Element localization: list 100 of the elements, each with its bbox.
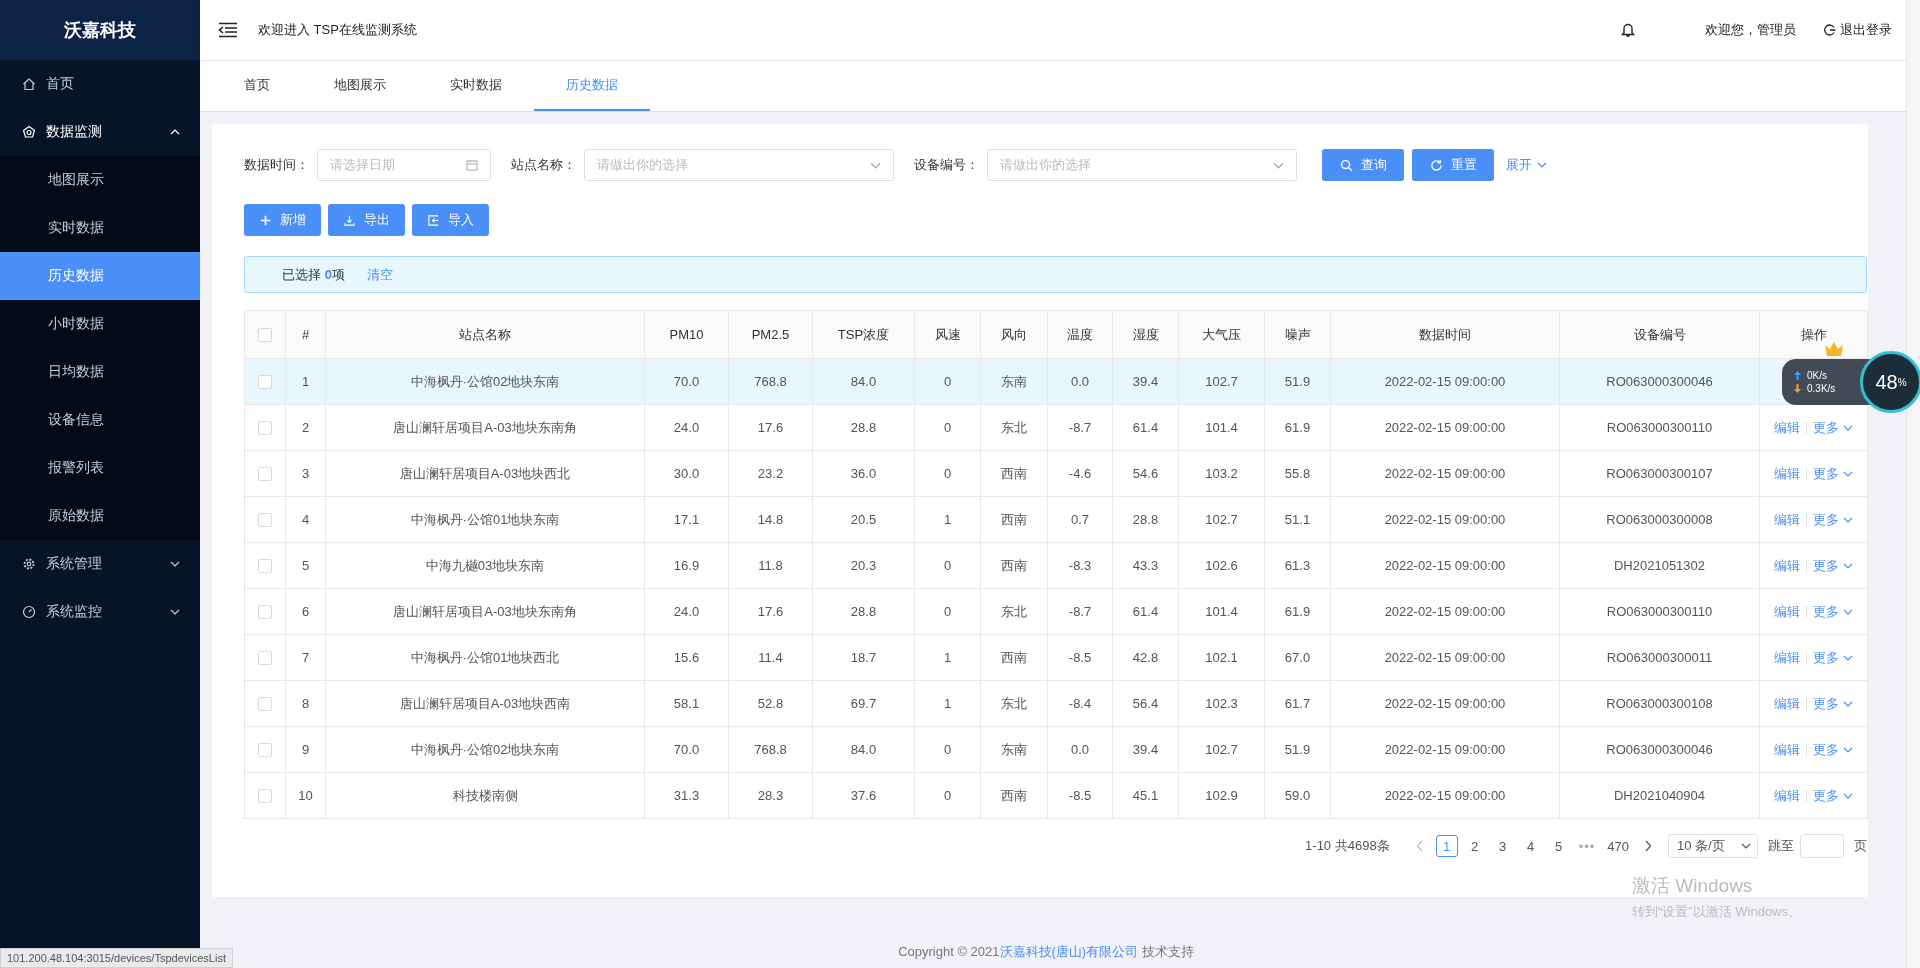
edit-link[interactable]: 编辑 (1774, 510, 1800, 529)
copyright-text: Copyright © 2021沃嘉科技(唐山)有限公司 技术支持 (898, 943, 1194, 961)
table-cell: 科技楼南侧 (325, 772, 645, 819)
more-link[interactable]: 更多 (1813, 740, 1853, 759)
more-link[interactable]: 更多 (1813, 648, 1853, 667)
total-count: 1-10 共4698条 (1305, 837, 1390, 855)
more-link[interactable]: 更多 (1813, 510, 1853, 529)
sidebar-subitem[interactable]: 设备信息 (0, 396, 200, 444)
page-number[interactable]: 5 (1547, 835, 1570, 857)
table-cell: 55.8 (1264, 450, 1331, 497)
menu-icon[interactable] (218, 22, 238, 38)
sidebar-subitem[interactable]: 实时数据 (0, 204, 200, 252)
sidebar-subitem[interactable]: 报警列表 (0, 444, 200, 492)
bell-icon[interactable] (1621, 22, 1635, 38)
filter-label: 数据时间： (244, 156, 309, 174)
table-cell: 39.4 (1112, 358, 1179, 405)
select-field[interactable]: 请做出你的选择 (987, 149, 1297, 181)
sidebar-item[interactable]: 系统管理 (0, 540, 200, 588)
checkbox[interactable] (258, 605, 272, 620)
tab[interactable]: 首页 (212, 61, 302, 111)
table-cell: 西南 (980, 450, 1048, 497)
sidebar-subitem[interactable]: 历史数据 (0, 252, 200, 300)
page-number[interactable]: 3 (1491, 835, 1514, 857)
edit-link[interactable]: 编辑 (1774, 418, 1800, 437)
checkbox[interactable] (258, 467, 272, 482)
table-cell: 20.5 (812, 496, 915, 543)
sidebar-subitem[interactable]: 小时数据 (0, 300, 200, 348)
import-button[interactable]: 导入 (412, 204, 489, 236)
edit-link[interactable]: 编辑 (1774, 602, 1800, 621)
chevron-icon (1843, 700, 1853, 707)
edit-link[interactable]: 编辑 (1774, 648, 1800, 667)
table-cell: 84.0 (812, 726, 915, 773)
company-link[interactable]: 沃嘉科技(唐山)有限公司 (999, 944, 1139, 959)
checkbox[interactable] (258, 375, 272, 390)
more-link[interactable]: 更多 (1813, 602, 1853, 621)
page-ellipsis[interactable]: ••• (1575, 835, 1599, 857)
date-field[interactable]: 请选择日期 (317, 149, 491, 181)
table-cell: 17.1 (644, 496, 729, 543)
table-cell: 2022-02-15 09:00:00 (1330, 542, 1560, 589)
sidebar-item[interactable]: 数据监测 (0, 108, 200, 156)
select-field[interactable]: 请做出你的选择 (584, 149, 894, 181)
page-size-select[interactable]: 10 条/页 (1668, 834, 1758, 858)
page-input[interactable] (1800, 834, 1844, 858)
search-button[interactable]: 查询 (1322, 149, 1404, 181)
tab[interactable]: 历史数据 (534, 61, 650, 111)
reset-button[interactable]: 重置 (1412, 149, 1494, 181)
checkbox[interactable] (258, 789, 272, 804)
chevron-icon (1843, 562, 1853, 569)
table-cell: RO063000300008 (1559, 496, 1760, 543)
more-link[interactable]: 更多 (1813, 464, 1853, 483)
prev-page-icon[interactable] (1415, 840, 1424, 852)
table-cell: 768.8 (728, 358, 813, 405)
table-cell: 中海枫丹·公馆02地块东南 (325, 726, 645, 773)
edit-link[interactable]: 编辑 (1774, 556, 1800, 575)
more-link[interactable]: 更多 (1813, 786, 1853, 805)
more-link[interactable]: 更多 (1813, 694, 1853, 713)
user-greeting: 欢迎您，管理员 (1705, 21, 1796, 39)
upload-speed: 0K/s (1807, 370, 1827, 381)
table-cell: 东南 (980, 358, 1048, 405)
clear-link[interactable]: 清空 (366, 265, 393, 284)
chevron-icon (1843, 516, 1853, 523)
table-cell: 2022-02-15 09:00:00 (1330, 450, 1560, 497)
more-link[interactable]: 更多 (1813, 556, 1853, 575)
sidebar-item[interactable]: 系统监控 (0, 588, 200, 636)
tab[interactable]: 地图展示 (302, 61, 418, 111)
sidebar-subitem[interactable]: 地图展示 (0, 156, 200, 204)
expand-link[interactable]: 展开 (1506, 156, 1547, 174)
table-cell: 9 (285, 726, 326, 773)
sidebar-subitem[interactable]: 日均数据 (0, 348, 200, 396)
checkbox[interactable] (258, 697, 272, 712)
tab[interactable]: 实时数据 (418, 61, 534, 111)
checkbox[interactable] (258, 651, 272, 666)
page-suffix: 页 (1854, 837, 1867, 855)
checkbox[interactable] (258, 328, 272, 343)
edit-link[interactable]: 编辑 (1774, 786, 1800, 805)
add-button[interactable]: 新增 (244, 204, 321, 236)
checkbox[interactable] (258, 743, 272, 758)
page-number[interactable]: 4 (1519, 835, 1542, 857)
checkbox[interactable] (258, 421, 272, 436)
checkbox[interactable] (258, 513, 272, 528)
more-link[interactable]: 更多 (1813, 418, 1853, 437)
export-button[interactable]: 导出 (328, 204, 405, 236)
page-number[interactable]: 2 (1463, 835, 1486, 857)
page-number[interactable]: 1 (1435, 835, 1458, 857)
filter-label: 设备编号： (914, 156, 979, 174)
table-cell: RO063000300110 (1559, 404, 1760, 451)
filter-label: 站点名称： (511, 156, 576, 174)
edit-link[interactable]: 编辑 (1774, 464, 1800, 483)
sidebar-subitem[interactable]: 原始数据 (0, 492, 200, 540)
next-page-icon[interactable] (1644, 840, 1652, 852)
table-cell: 1 (914, 680, 981, 727)
logout-link[interactable]: 退出登录 (1824, 21, 1892, 39)
table-cell: -8.4 (1047, 680, 1113, 727)
page-number[interactable]: 470 (1604, 835, 1632, 857)
sidebar-item[interactable]: 首页 (0, 60, 200, 108)
edit-link[interactable]: 编辑 (1774, 694, 1800, 713)
edit-link[interactable]: 编辑 (1774, 740, 1800, 759)
scrollbar[interactable] (1906, 0, 1920, 968)
checkbox[interactable] (258, 559, 272, 574)
table-cell: 31.3 (644, 772, 729, 819)
